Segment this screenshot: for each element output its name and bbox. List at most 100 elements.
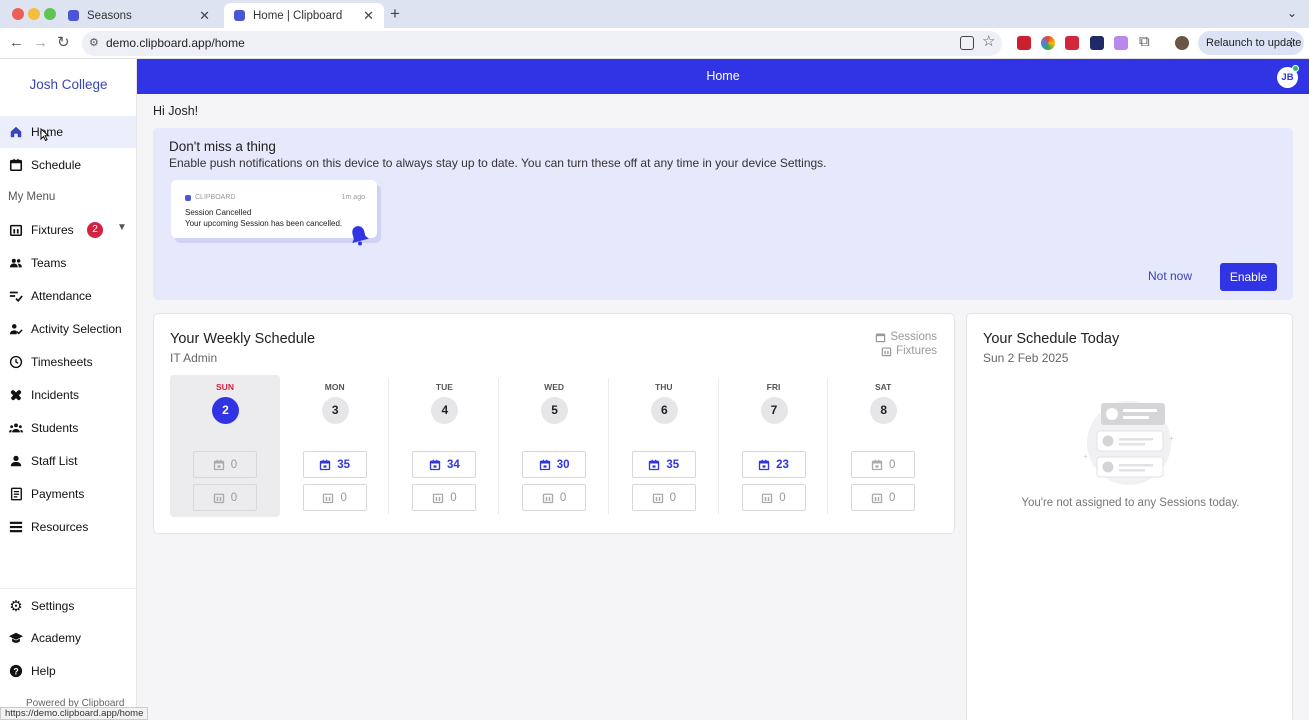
day-column-thu[interactable]: THU 6 35 0: [609, 375, 719, 517]
sessions-count: 0: [888, 458, 896, 471]
extension-icon[interactable]: [1065, 36, 1079, 50]
close-tab-icon[interactable]: ✕: [199, 8, 210, 24]
sidebar-item-settings[interactable]: ⚙ Settings: [0, 590, 136, 622]
close-window-button[interactable]: [12, 8, 24, 20]
profile-avatar[interactable]: [1175, 36, 1189, 50]
extension-icon[interactable]: [1017, 36, 1031, 50]
calendar-icon: [320, 459, 331, 470]
fixtures-icon: [433, 493, 444, 503]
day-date[interactable]: 2: [212, 397, 239, 424]
fixtures-count-button[interactable]: 0: [412, 484, 477, 511]
fixtures-count: 0: [888, 491, 896, 504]
day-column-wed[interactable]: WED 5 30 0: [499, 375, 609, 517]
sidebar-item-academy[interactable]: Academy: [0, 622, 136, 654]
sessions-count-button[interactable]: 0: [851, 451, 916, 478]
sessions-count: 35: [337, 458, 351, 471]
day-date[interactable]: 4: [431, 397, 459, 424]
schedule-today-date: Sun 2 Feb 2025: [983, 351, 1069, 365]
new-tab-icon[interactable]: +: [390, 4, 400, 24]
relaunch-to-update-button[interactable]: Relaunch to update ⋮: [1198, 31, 1304, 55]
reload-icon[interactable]: ↻: [57, 35, 70, 51]
sidebar-item-staff-list[interactable]: Staff List: [0, 445, 136, 477]
browser-tab-seasons[interactable]: Seasons ✕: [58, 3, 220, 28]
site-settings-icon[interactable]: ⚙: [89, 31, 99, 56]
not-now-button[interactable]: Not now: [1148, 269, 1192, 283]
fixtures-count-button[interactable]: 0: [631, 484, 696, 511]
sidebar-item-students[interactable]: Students: [0, 412, 136, 444]
clipboard-app-icon: [185, 195, 191, 201]
tab-search-chevron-icon[interactable]: ⌄: [1287, 6, 1297, 20]
sidebar-item-home[interactable]: Home: [0, 116, 136, 148]
day-date[interactable]: 3: [321, 397, 349, 424]
enable-notifications-button[interactable]: Enable: [1220, 263, 1277, 291]
tab-title: Home | Clipboard: [253, 9, 343, 22]
sidebar-item-timesheets[interactable]: Timesheets: [0, 346, 136, 378]
day-date[interactable]: 6: [650, 397, 678, 424]
weekly-schedule-subtitle: IT Admin: [170, 351, 218, 365]
extension-color-icon[interactable]: [1041, 36, 1055, 50]
day-column-mon[interactable]: MON 3 35 0: [280, 375, 390, 517]
back-arrow-icon[interactable]: ←: [9, 35, 24, 51]
online-status-dot: [1292, 65, 1299, 72]
sidebar-item-label: Settings: [31, 599, 75, 613]
fixtures-count-button[interactable]: 0: [851, 484, 916, 511]
extension-icon[interactable]: [1114, 36, 1128, 50]
sessions-count: 30: [556, 458, 570, 471]
day-column-tue[interactable]: TUE 4 34 0: [389, 375, 499, 517]
sidebar-item-payments[interactable]: Payments: [0, 478, 136, 510]
attendance-icon: [9, 289, 23, 303]
sidebar-item-teams[interactable]: Teams: [0, 247, 136, 279]
sessions-count-button[interactable]: 34: [412, 451, 477, 478]
fixtures-count-button[interactable]: 0: [741, 484, 806, 511]
sidebar-item-incidents[interactable]: Incidents: [0, 379, 136, 411]
sessions-count-button[interactable]: 0: [193, 451, 257, 478]
weekly-schedule-card: Your Weekly Schedule IT Admin Sessions F…: [153, 313, 955, 534]
minimize-window-button[interactable]: [28, 8, 40, 20]
sidebar-item-activity-selection[interactable]: Activity Selection: [0, 313, 136, 345]
sessions-count: 0: [230, 458, 238, 471]
sessions-count-button[interactable]: 35: [302, 451, 367, 478]
day-date[interactable]: 8: [870, 397, 898, 424]
sidebar-item-fixtures[interactable]: Fixtures 2 ▼: [0, 214, 136, 246]
zoom-window-button[interactable]: [44, 8, 56, 20]
sidebar-item-label: Timesheets: [31, 355, 93, 369]
calendar-icon: [876, 332, 886, 342]
sidebar-item-schedule[interactable]: Schedule: [0, 149, 136, 181]
sidebar-item-attendance[interactable]: Attendance: [0, 280, 136, 312]
org-name[interactable]: Josh College: [0, 77, 137, 92]
fixtures-count-button[interactable]: 0: [302, 484, 367, 511]
forward-arrow-icon[interactable]: →: [33, 35, 48, 51]
extensions-puzzle-icon[interactable]: ⧉: [1139, 34, 1150, 50]
day-date[interactable]: 5: [541, 397, 569, 424]
address-bar[interactable]: ⚙ demo.clipboard.app/home: [82, 31, 1002, 56]
extension-icon[interactable]: [1090, 36, 1104, 50]
calendar-icon: [213, 459, 224, 470]
close-tab-icon[interactable]: ✕: [363, 8, 374, 24]
day-name: SAT: [875, 382, 892, 392]
sessions-count-button[interactable]: 35: [631, 451, 696, 478]
sessions-count-button[interactable]: 23: [741, 451, 806, 478]
fixtures-count-button[interactable]: 0: [522, 484, 587, 511]
legend-sessions-label: Sessions: [890, 331, 937, 343]
day-column-fri[interactable]: FRI 7 23 0: [719, 375, 829, 517]
fixtures-count-button[interactable]: 0: [193, 484, 257, 511]
sidebar-item-resources[interactable]: Resources: [0, 511, 136, 543]
url-text: demo.clipboard.app/home: [106, 36, 245, 50]
day-column-sat[interactable]: SAT 8 0 0: [828, 375, 938, 517]
sessions-count: 23: [776, 458, 789, 471]
more-menu-icon[interactable]: ⋮: [1286, 31, 1297, 55]
day-column-sun[interactable]: SUN 2 0 0: [170, 375, 280, 517]
browser-toolbar: ← → ↻ ⚙ demo.clipboard.app/home ☆ ⧉ Rela…: [0, 28, 1309, 59]
banner-title: Don't miss a thing: [169, 139, 276, 154]
chevron-down-icon[interactable]: ▼: [117, 222, 127, 233]
browser-tab-home[interactable]: Home | Clipboard ✕: [224, 3, 384, 28]
install-app-icon[interactable]: [960, 36, 974, 50]
day-date[interactable]: 7: [760, 397, 788, 424]
sidebar-item-help[interactable]: ? Help: [0, 655, 136, 687]
sessions-count-button[interactable]: 30: [522, 451, 587, 478]
sidebar-item-label: Attendance: [31, 289, 92, 303]
fixtures-icon: [652, 493, 663, 503]
calendar-icon: [758, 459, 770, 470]
clipboard-favicon-icon: [68, 10, 79, 21]
bookmark-star-icon[interactable]: ☆: [982, 34, 995, 50]
